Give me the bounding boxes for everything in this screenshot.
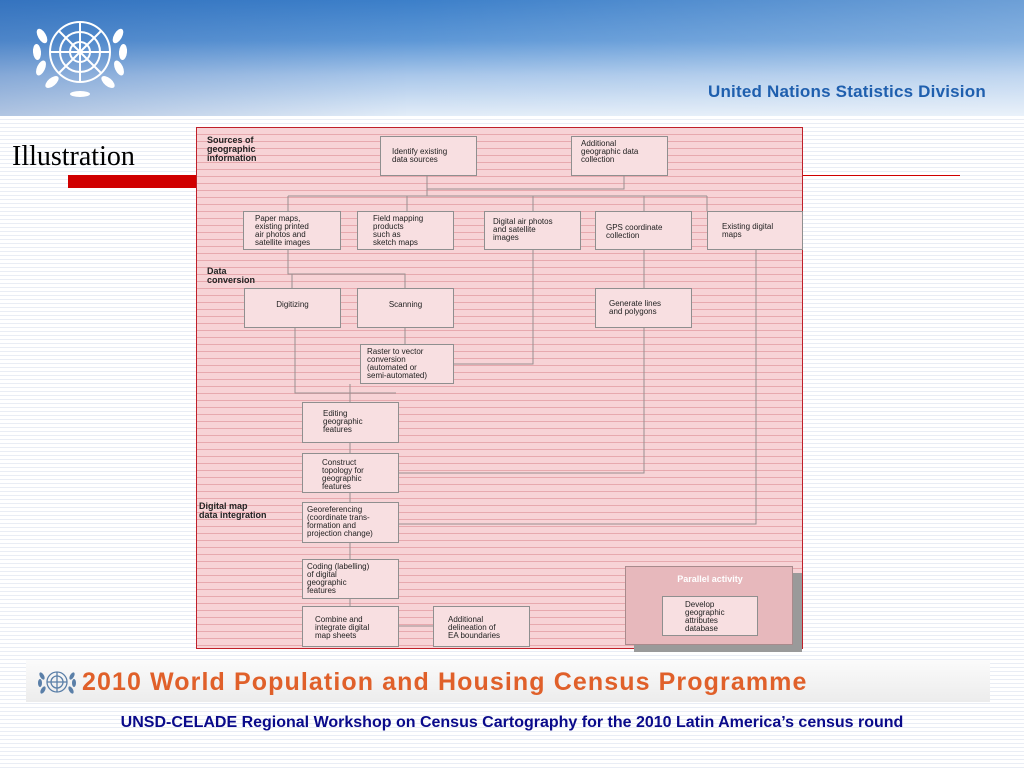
box-georeferencing: Georeferencing (coordinate trans- format… (302, 502, 399, 543)
box-ea-boundaries: Additional delineation of EA boundaries (433, 606, 530, 647)
slide-title: Illustration (12, 141, 135, 172)
flow-diagram: Sources of geographic information Data c… (196, 127, 803, 649)
organization-name: United Nations Statistics Division (708, 82, 986, 101)
un-emblem-icon (38, 671, 76, 694)
box-scanning: Scanning (357, 288, 454, 328)
box-paper-maps: Paper maps, existing printed air photos … (243, 211, 341, 250)
section-line: conversion (207, 275, 256, 285)
box-line: Digitizing (276, 299, 309, 309)
box-digitizing: Digitizing (244, 288, 341, 328)
box-line: and polygons (609, 307, 657, 316)
section-integration: Digital map data integration (199, 502, 267, 520)
box-raster-to-vector: Raster to vector conversion (automated o… (360, 344, 454, 384)
box-line: features (307, 586, 336, 595)
box-existing-digital-maps: Existing digital maps (707, 211, 803, 250)
box-additional-collection: Additional geographic data collection (571, 136, 668, 176)
box-identify-sources: Identify existing data sources (380, 136, 477, 176)
box-line: map sheets (315, 631, 357, 640)
section-conversion: Data conversion (207, 267, 255, 285)
box-line: images (493, 233, 519, 242)
box-combine: Combine and integrate digital map sheets (302, 606, 399, 647)
box-line: maps (722, 230, 742, 239)
box-line: features (323, 425, 352, 434)
census-programme-banner: 2010 World Population and Housing Census… (82, 668, 808, 696)
workshop-caption: UNSD-CELADE Regional Workshop on Census … (120, 714, 904, 731)
box-line: semi-automated) (367, 371, 428, 380)
box-digital-air-photos: Digital air photos and satellite images (484, 211, 581, 250)
box-line: collection (606, 231, 640, 240)
box-line: projection change) (307, 529, 373, 538)
box-editing: Editing geographic features (302, 402, 399, 443)
header-banner: United Nations Statistics Division (0, 0, 1024, 116)
box-field-mapping: Field mapping products such as sketch ma… (357, 211, 454, 250)
box-construct-topology: Construct topology for geographic featur… (302, 453, 399, 493)
section-sources: Sources of geographic information (207, 136, 257, 163)
box-line: satellite images (255, 238, 311, 247)
box-gps-collection: GPS coordinate collection (595, 211, 692, 250)
parallel-activity-panel: Parallel activity Develop geographic att… (625, 566, 793, 645)
box-coding: Coding (labelling) of digital geographic… (302, 559, 399, 599)
parallel-activity-title: Parallel activity (677, 574, 743, 584)
box-attributes-database: Develop geographic attributes database (662, 596, 758, 636)
box-line: database (685, 624, 718, 633)
box-line: EA boundaries (448, 631, 501, 640)
box-line: features (322, 482, 351, 491)
un-emblem-icon (32, 21, 128, 97)
box-line: Scanning (388, 299, 423, 309)
box-line: collection (581, 155, 615, 164)
box-line: sketch maps (373, 238, 418, 247)
section-line: data integration (199, 510, 267, 520)
section-line: information (207, 153, 257, 163)
box-line: data sources (392, 155, 438, 164)
box-generate-lines: Generate lines and polygons (595, 288, 692, 328)
